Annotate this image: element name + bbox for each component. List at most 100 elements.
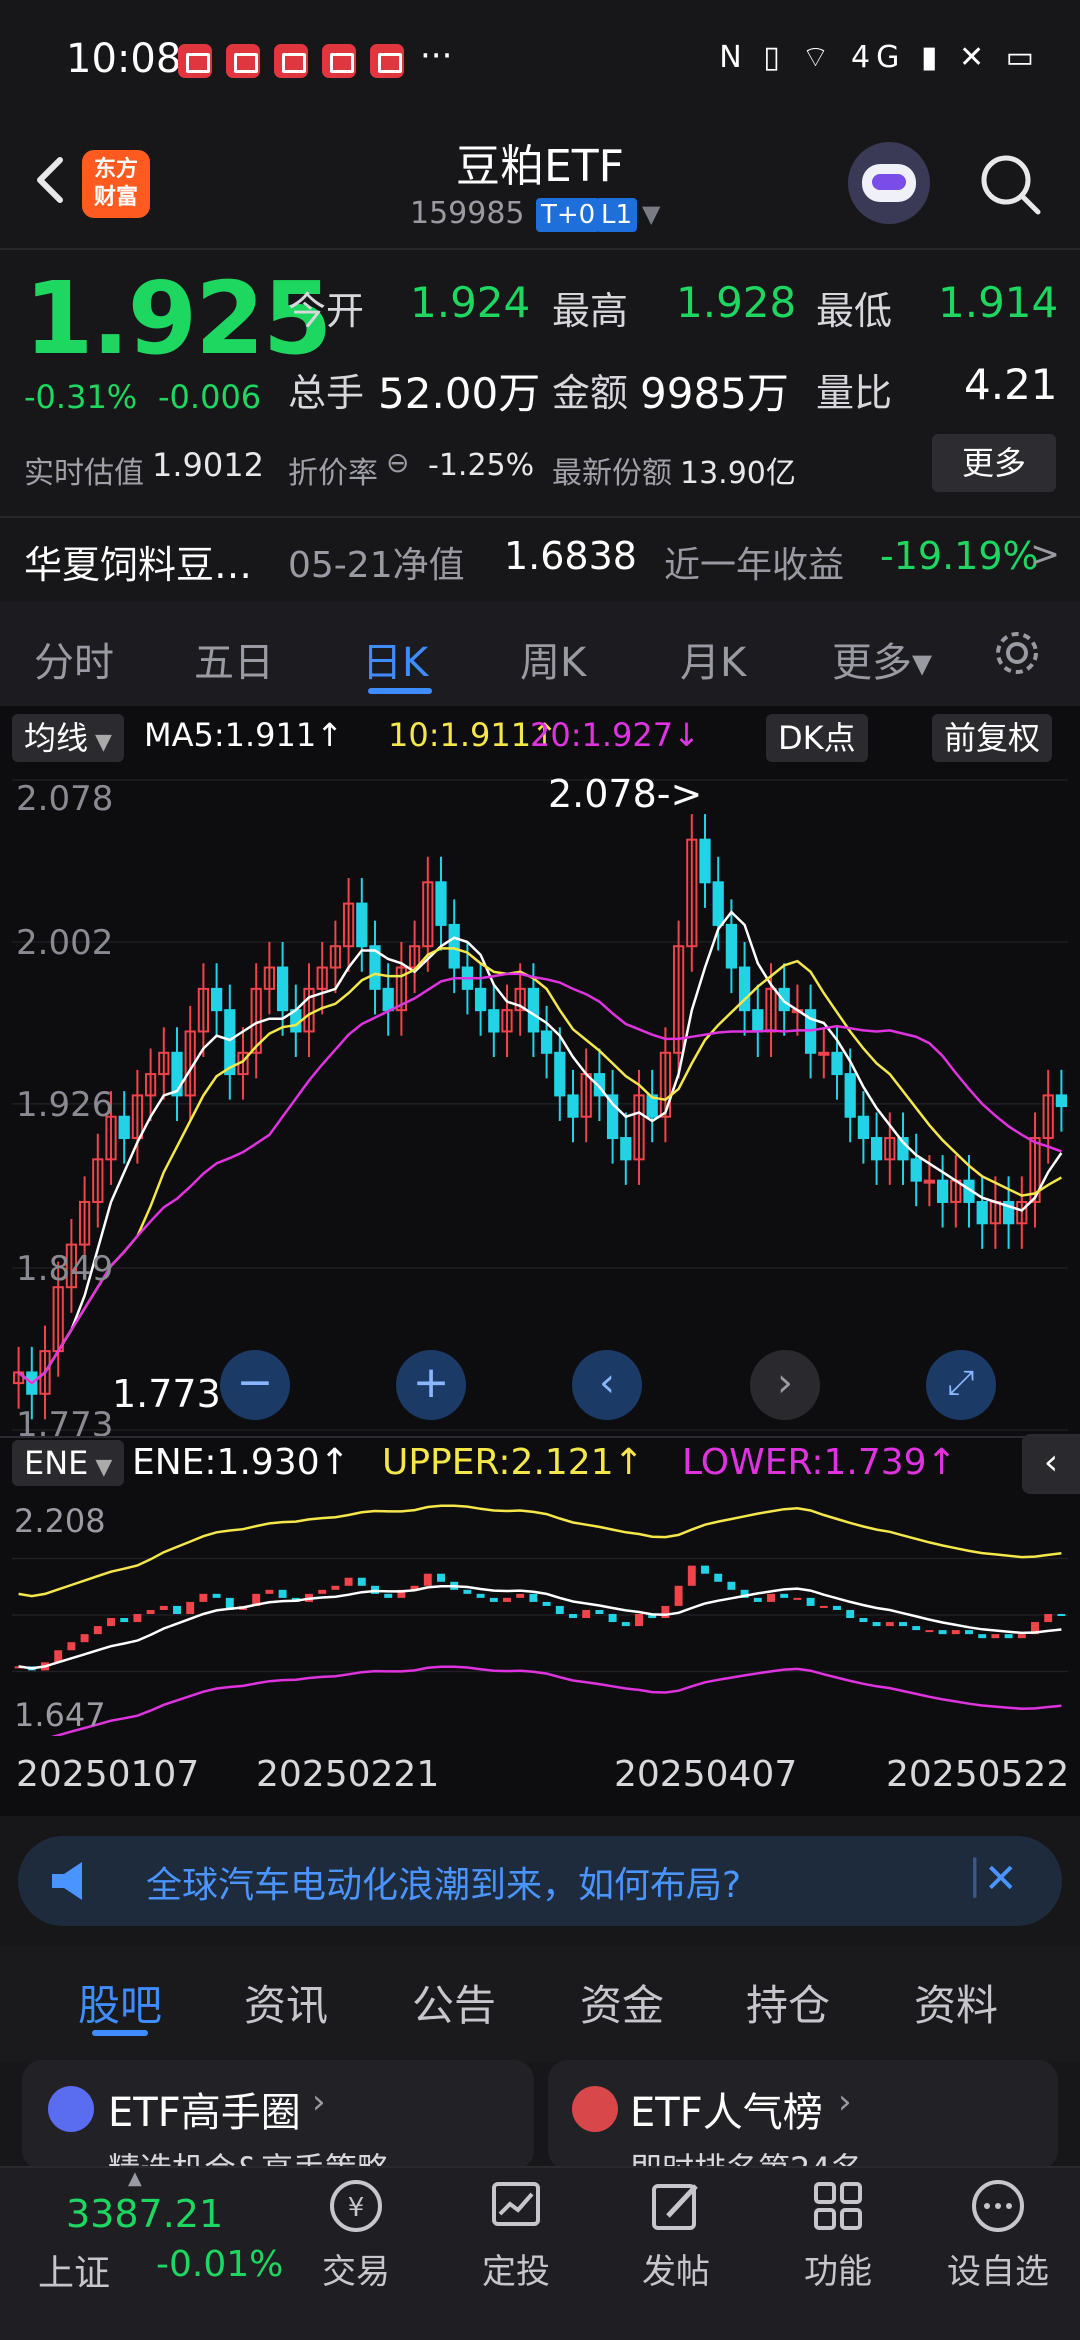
- candle-body[interactable]: [923, 1179, 936, 1184]
- candle-body[interactable]: [620, 1137, 632, 1161]
- candle-body[interactable]: [818, 1051, 830, 1056]
- announcement-text[interactable]: 全球汽车电动化浪潮到来，如何布局?: [146, 1856, 741, 1908]
- gear-icon[interactable]: [990, 626, 1044, 680]
- tab-funds[interactable]: 资金: [580, 1972, 664, 2033]
- assistant-robot-icon[interactable]: [848, 142, 930, 224]
- tab-monthly-k[interactable]: 月K: [680, 630, 746, 688]
- nav-trade[interactable]: ¥ 交易: [296, 2176, 416, 2293]
- candle-body[interactable]: [870, 1137, 883, 1161]
- more-button[interactable]: 更多: [932, 434, 1056, 492]
- candle-body[interactable]: [554, 1051, 566, 1097]
- tab-profile[interactable]: 资料: [914, 1972, 998, 2033]
- nav-value: 1.6838: [504, 534, 637, 578]
- level-tag[interactable]: L1: [596, 198, 638, 232]
- chevron-right-icon[interactable]: >: [1030, 534, 1060, 575]
- nav-invest-plan[interactable]: 定投: [456, 2176, 576, 2293]
- candle-body[interactable]: [118, 1115, 130, 1140]
- tab-daily-k[interactable]: 日K: [362, 630, 428, 688]
- index-change[interactable]: -0.01%: [156, 2244, 283, 2285]
- tab-holdings[interactable]: 持仓: [746, 1972, 830, 2033]
- tab-five-day[interactable]: 五日: [194, 630, 274, 688]
- volume-label: 总手: [288, 371, 365, 415]
- candle-body[interactable]: [752, 1009, 764, 1033]
- candle-body[interactable]: [527, 987, 540, 1033]
- chevron-down-icon[interactable]: ▼: [642, 200, 660, 228]
- candle-body[interactable]: [699, 838, 711, 884]
- search-icon[interactable]: [976, 150, 1046, 220]
- grid-icon: [814, 2182, 862, 2230]
- ene-candle: [951, 1630, 960, 1635]
- candle-body[interactable]: [448, 923, 460, 969]
- candle-body[interactable]: [831, 1051, 843, 1076]
- ene-candle: [978, 1634, 987, 1639]
- close-icon[interactable]: ✕: [984, 1856, 1018, 1902]
- lower-value: LOWER:1.739↑: [682, 1442, 957, 1483]
- ene-candle: [555, 1605, 564, 1614]
- ene-y-bottom-label: 1.647: [14, 1696, 106, 1734]
- candle-body[interactable]: [725, 923, 738, 969]
- system-status-icons: N ▯ ⌔ 4G ▮ ✕ ▭: [719, 40, 1040, 75]
- tab-weekly-k[interactable]: 周K: [520, 630, 586, 688]
- candle-body[interactable]: [356, 902, 368, 948]
- etf-expert-circle-card[interactable]: ETF高手圈 › 精选机会&高手策略: [22, 2060, 534, 2170]
- separator: |: [968, 1852, 982, 1898]
- candle-body[interactable]: [224, 1009, 236, 1076]
- chevron-up-icon[interactable]: ▲: [128, 2168, 142, 2189]
- max-annotation: 2.078->: [548, 772, 703, 816]
- chevron-right-icon: ›: [838, 2082, 852, 2122]
- index-value[interactable]: 3387.21: [66, 2192, 223, 2236]
- low-label: 最低: [816, 289, 893, 333]
- candle-body[interactable]: [606, 1094, 619, 1140]
- fullscreen-icon[interactable]: ⤢: [926, 1350, 996, 1420]
- ma-select-button[interactable]: 均线 ▼: [12, 714, 124, 762]
- scroll-right-button[interactable]: ›: [750, 1350, 820, 1420]
- ene-upper-line: [18, 1504, 1062, 1598]
- fund-name[interactable]: 华夏饲料豆…: [24, 534, 252, 589]
- notification-icon: [274, 44, 308, 78]
- card-title: ETF高手圈: [108, 2090, 301, 2136]
- nav-functions[interactable]: 功能: [778, 2176, 898, 2293]
- zoom-out-button[interactable]: −: [220, 1350, 290, 1420]
- tab-announcements[interactable]: 公告: [412, 1972, 496, 2033]
- candle-body[interactable]: [936, 1179, 949, 1203]
- adjust-button[interactable]: 前复权: [932, 714, 1053, 762]
- candle-body[interactable]: [567, 1094, 579, 1118]
- candle-body[interactable]: [435, 881, 447, 926]
- zoom-in-button[interactable]: +: [396, 1350, 466, 1420]
- candle-body[interactable]: [488, 1009, 500, 1033]
- dk-point-button[interactable]: DK点: [766, 714, 868, 762]
- tab-news[interactable]: 资讯: [244, 1972, 328, 2033]
- candle-body[interactable]: [474, 987, 487, 1012]
- candle-body[interactable]: [778, 987, 790, 1012]
- tab-more[interactable]: 更多▾: [832, 630, 932, 688]
- candle-body[interactable]: [857, 1115, 870, 1140]
- nav-label: 定投: [482, 2252, 550, 2292]
- candle-body[interactable]: [210, 987, 223, 1012]
- scroll-left-button[interactable]: ‹: [572, 1350, 642, 1420]
- y-axis-label: 2.078: [16, 779, 113, 819]
- tab-guba[interactable]: 股吧: [78, 1972, 162, 2033]
- more-info-icon[interactable]: ⊖: [386, 446, 409, 479]
- nav-add-watchlist[interactable]: 设自选: [938, 2176, 1058, 2293]
- candle-body[interactable]: [276, 966, 289, 1012]
- ene-chart[interactable]: [0, 1496, 1080, 1736]
- etf-popularity-card[interactable]: ETF人气榜 › 即时排名第24名: [548, 2060, 1058, 2170]
- nav-post[interactable]: 发帖: [616, 2176, 736, 2293]
- candle-body[interactable]: [976, 1200, 988, 1225]
- candle-body[interactable]: [712, 881, 724, 926]
- ma5-value: MA5:1.911↑: [144, 716, 344, 754]
- ene-candle: [780, 1593, 789, 1598]
- candle-body[interactable]: [844, 1073, 856, 1118]
- candle-body[interactable]: [910, 1158, 922, 1182]
- candle-body[interactable]: [540, 1030, 553, 1054]
- index-name[interactable]: 上证: [38, 2244, 110, 2296]
- ene-candle: [1017, 1634, 1026, 1639]
- nav-label: 功能: [804, 2252, 872, 2292]
- indicator-select-button[interactable]: ENE ▼: [12, 1440, 125, 1486]
- candle-body[interactable]: [1055, 1094, 1068, 1108]
- more-circle-icon: [972, 2180, 1024, 2232]
- collapse-panel-button[interactable]: ‹: [1022, 1434, 1080, 1494]
- tab-intraday[interactable]: 分时: [34, 630, 114, 688]
- kline-chart[interactable]: 2.078 2.002 1.926 1.849 1.773: [0, 770, 1080, 1440]
- candle-body[interactable]: [382, 987, 394, 1012]
